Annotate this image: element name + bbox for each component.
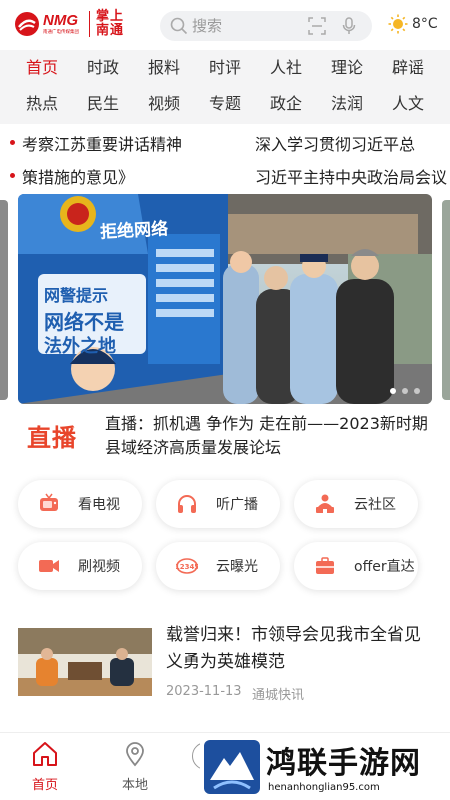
tab-hot[interactable]: 热点 <box>12 86 72 122</box>
news-date: 2023-11-13 <box>166 684 242 699</box>
live-badge: 直播 <box>27 424 77 452</box>
scan-icon[interactable] <box>308 17 326 35</box>
carousel-dot[interactable] <box>390 388 396 394</box>
ticker-bullet <box>10 140 15 145</box>
tab-topic[interactable]: 专题 <box>195 86 255 122</box>
news-thumbnail <box>18 628 152 696</box>
nav-label: 首页 <box>31 778 58 793</box>
quick-button-label: 听广播 <box>216 497 258 513</box>
tab-report[interactable]: 报料 <box>134 50 194 86</box>
briefcase-icon <box>316 557 334 574</box>
home-icon <box>33 742 57 766</box>
app-screen: NMG 南通广电传媒集团 掌上 南通 搜索 8°C 首页 时政 报料 时评 人社… <box>0 0 450 800</box>
tab-livelihood[interactable]: 民生 <box>73 86 133 122</box>
tab-politics[interactable]: 时政 <box>73 50 133 86</box>
location-icon <box>126 742 144 767</box>
headline-ticker-1[interactable]: 考察江苏重要讲话精神 深入学习贯彻习近平总 <box>0 127 450 157</box>
banner-sign-line-3: 法外之地 <box>44 336 116 357</box>
watermark-logo <box>204 740 260 794</box>
logo-brand: NMG <box>43 12 78 29</box>
ticker-text[interactable]: 策措施的意见》 <box>22 164 134 188</box>
ticker-text[interactable]: 习近平主持中央政治局会议 <box>255 164 447 188</box>
community-icon <box>316 494 334 513</box>
weather-widget[interactable]: 8°C <box>388 14 438 34</box>
nav-local[interactable]: 本地 <box>105 741 165 793</box>
logo-divider <box>89 11 91 37</box>
live-section[interactable]: 直播 直播：抓机遇 争作为 走在前——2023新时期县域经济高质量发展论坛 <box>0 410 450 464</box>
quick-button-label: 云曝光 <box>216 559 258 575</box>
quick-button-label: offer直达 <box>354 559 415 575</box>
ticker-text[interactable]: 考察江苏重要讲话精神 <box>22 131 182 155</box>
banner-top-caption: 拒绝网络 <box>99 219 169 243</box>
sun-icon <box>388 14 408 34</box>
cloud-community-button[interactable]: 云社区 <box>294 480 418 528</box>
ticker-text[interactable]: 深入学习贯彻习近平总 <box>255 131 415 155</box>
top-header: NMG 南通广电传媒集团 掌上 南通 搜索 8°C <box>0 0 450 50</box>
tab-social[interactable]: 人社 <box>256 50 316 86</box>
logo-subtitle: 南通广电传媒集团 <box>43 29 80 35</box>
carousel-prev-peek[interactable] <box>0 200 8 400</box>
headphones-icon <box>178 495 196 513</box>
tab-law[interactable]: 法润 <box>317 86 377 122</box>
channel-tabs: 首页 时政 报料 时评 人社 理论 辟谣 热点 民生 视频 专题 政企 法润 人… <box>0 50 450 124</box>
channel-tabs-row-1: 首页 时政 报料 时评 人社 理论 辟谣 <box>0 50 450 86</box>
tab-enterprise[interactable]: 政企 <box>256 86 316 122</box>
offer-direct-button[interactable]: offer直达 <box>294 542 418 590</box>
channel-tabs-row-2: 热点 民生 视频 专题 政企 法润 人文 <box>0 86 450 122</box>
tab-home[interactable]: 首页 <box>12 50 72 86</box>
tab-commentary[interactable]: 时评 <box>195 50 255 86</box>
banner-sign-line-2: 网络不是 <box>44 310 124 334</box>
watermark-text: 鸿联手游网 <box>266 746 421 781</box>
search-input[interactable] <box>192 17 292 35</box>
headline-ticker-2[interactable]: 策措施的意见》 习近平主持中央政治局会议 <box>0 160 450 190</box>
search-icon <box>170 17 188 35</box>
video-icon <box>39 560 59 572</box>
logo-app-name: 掌上 南通 <box>96 9 125 38</box>
carousel-dot[interactable] <box>414 388 420 394</box>
microphone-icon[interactable] <box>342 17 356 35</box>
listen-radio-button[interactable]: 听广播 <box>156 480 280 528</box>
news-source: 通城快讯 <box>252 688 305 703</box>
news-list-item[interactable]: 载誉归来！市领导会见我市全省见义勇为英雄模范 2023-11-13 通城快讯 <box>0 620 450 720</box>
quick-button-label: 刷视频 <box>78 559 120 575</box>
tab-theory[interactable]: 理论 <box>317 50 377 86</box>
tv-icon <box>40 493 58 511</box>
quick-button-label: 看电视 <box>78 497 120 513</box>
carousel-indicators <box>384 388 420 394</box>
watch-tv-button[interactable]: 看电视 <box>18 480 142 528</box>
svg-text:12345: 12345 <box>176 563 198 571</box>
banner-sign-line-1: 网警提示 <box>44 286 109 305</box>
nav-label: 本地 <box>121 778 148 793</box>
nmg-logo-icon <box>15 12 39 36</box>
app-logo: NMG 南通广电传媒集团 掌上 南通 <box>14 10 124 38</box>
cloud-exposure-button[interactable]: 12345 云曝光 <box>156 542 280 590</box>
weather-temperature: 8°C <box>412 16 438 32</box>
nav-home[interactable]: 首页 <box>15 741 75 793</box>
news-thumbnail-image <box>18 628 152 696</box>
watermark-url: henanhonglian95.com <box>268 782 380 793</box>
ticker-bullet <box>10 173 15 178</box>
tab-culture[interactable]: 人文 <box>378 86 438 122</box>
carousel-next-peek[interactable] <box>442 200 450 400</box>
site-watermark: 鸿联手游网 henanhonglian95.com <box>200 738 450 800</box>
banner-carousel[interactable]: 拒绝网络 网警提示 网络不是 法外之地 <box>18 194 432 404</box>
tab-rumor[interactable]: 辟谣 <box>378 50 438 86</box>
live-title[interactable]: 直播：抓机遇 争作为 走在前——2023新时期县域经济高质量发展论坛 <box>105 412 440 460</box>
tab-video[interactable]: 视频 <box>134 86 194 122</box>
browse-video-button[interactable]: 刷视频 <box>18 542 142 590</box>
exposure-icon: 12345 <box>176 558 198 574</box>
search-bar[interactable] <box>160 11 372 41</box>
carousel-dot[interactable] <box>402 388 408 394</box>
news-title[interactable]: 载誉归来！市领导会见我市全省见义勇为英雄模范 <box>166 622 436 676</box>
quick-button-label: 云社区 <box>354 497 396 513</box>
